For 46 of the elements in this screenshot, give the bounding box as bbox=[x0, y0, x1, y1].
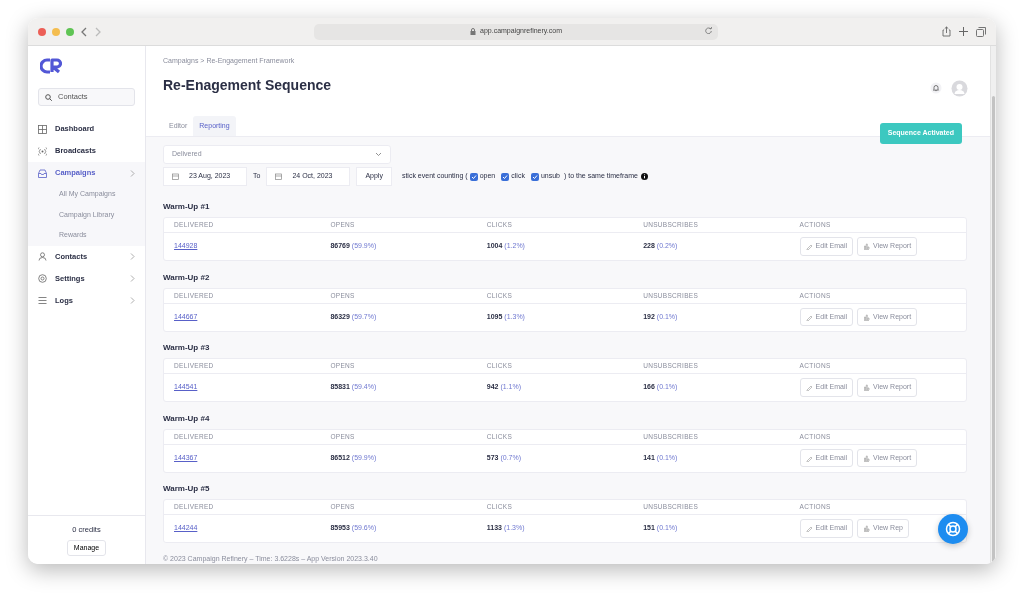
tabs-icon[interactable] bbox=[976, 26, 986, 37]
caret-icon bbox=[375, 152, 382, 157]
section-title: Warm-Up #2 bbox=[163, 271, 211, 284]
checkbox[interactable] bbox=[501, 172, 510, 181]
bar-chart-icon bbox=[863, 454, 871, 462]
logo-icon bbox=[40, 58, 62, 74]
page-title: Re-Enagement Sequence bbox=[163, 75, 332, 95]
lifebuoy-icon bbox=[945, 521, 961, 537]
pencil-icon bbox=[805, 243, 813, 250]
checkbox[interactable] bbox=[530, 172, 539, 181]
section-title: Warm-Up #1 bbox=[163, 201, 211, 213]
bar-chart-icon bbox=[863, 243, 871, 250]
pencil-icon bbox=[805, 384, 813, 391]
broadcast-icon bbox=[38, 146, 47, 156]
section-title: Warm-Up #5 bbox=[163, 483, 211, 495]
chevron-icon bbox=[130, 253, 135, 260]
reload-icon[interactable] bbox=[705, 26, 712, 34]
calendar-icon bbox=[275, 173, 283, 180]
person-icon bbox=[38, 252, 47, 261]
inbox-icon bbox=[38, 168, 47, 178]
grid-icon bbox=[38, 124, 47, 134]
section-title: Warm-Up #3 bbox=[163, 342, 211, 354]
section-title: Warm-Up #4 bbox=[163, 412, 211, 425]
chevron-icon bbox=[130, 169, 135, 177]
lock-icon bbox=[470, 28, 476, 35]
pencil-icon bbox=[805, 313, 813, 321]
checkbox[interactable] bbox=[469, 172, 478, 181]
chevron-icon bbox=[130, 275, 135, 282]
plus-icon[interactable] bbox=[959, 27, 968, 36]
info-icon bbox=[640, 173, 648, 180]
bell-icon[interactable] bbox=[930, 82, 942, 94]
share-icon[interactable] bbox=[942, 26, 951, 37]
back-icon[interactable] bbox=[80, 26, 88, 37]
bar-chart-icon bbox=[863, 525, 871, 532]
window-control-dot[interactable] bbox=[52, 27, 60, 36]
gear-icon bbox=[38, 274, 47, 283]
window-control-dot[interactable] bbox=[38, 27, 46, 36]
window-control-dot[interactable] bbox=[66, 27, 74, 36]
pencil-icon bbox=[805, 525, 813, 532]
chevron-icon bbox=[130, 297, 135, 304]
pencil-icon bbox=[805, 454, 813, 462]
bar-chart-icon bbox=[863, 384, 871, 391]
menu-icon bbox=[38, 296, 47, 305]
calendar-icon bbox=[172, 173, 179, 180]
search-icon bbox=[45, 93, 52, 101]
bar-chart-icon bbox=[863, 313, 871, 321]
